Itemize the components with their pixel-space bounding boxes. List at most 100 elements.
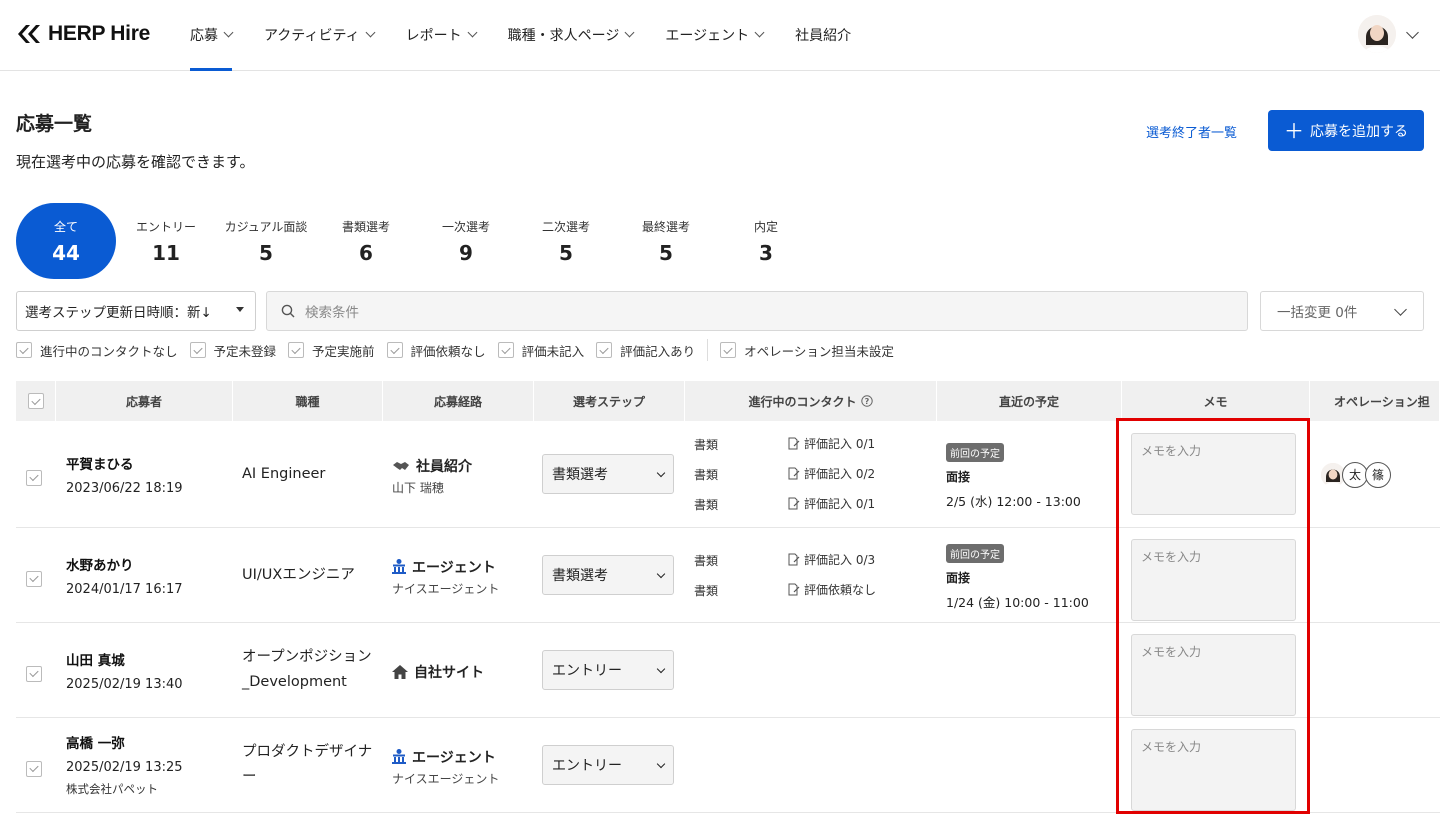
contact-eval[interactable]: 評価記入 0/2 (787, 465, 875, 482)
select-all-checkbox[interactable] (27, 393, 44, 409)
checkbox[interactable] (720, 342, 737, 358)
filter-check-2[interactable]: 予定実施前 (288, 341, 375, 360)
schedule-type: 面接 (946, 571, 971, 585)
nav-item-3[interactable]: 職種・求人ページ (508, 0, 635, 70)
route-cell: エージェント ナイスエージェント (392, 747, 499, 787)
checkbox[interactable] (596, 342, 613, 358)
column-header-7[interactable]: オペレーション担 (1310, 381, 1440, 421)
job-title-line: AI Engineer (242, 465, 326, 482)
memo-input[interactable]: メモを入力 (1131, 634, 1296, 716)
evaluation-icon (787, 553, 800, 566)
filter-check-label: 評価依頼なし (410, 343, 486, 359)
chevron-down-icon (656, 759, 666, 768)
search-placeholder: 検索条件 (305, 305, 359, 321)
column-header-1[interactable]: 職種 (233, 381, 383, 421)
search-input[interactable]: 検索条件 (266, 291, 1248, 331)
step-tab-2[interactable]: カジュアル面談 5 (216, 203, 316, 279)
applicant-cell[interactable]: 水野あかり 2024/01/17 16:17 (66, 554, 183, 597)
row-checkbox[interactable] (26, 469, 42, 486)
filter-check-3[interactable]: 評価依頼なし (386, 341, 486, 360)
row-checkbox[interactable] (26, 665, 42, 682)
applicant-name[interactable]: 平賀まひる (66, 453, 183, 473)
step-tab-count: 5 (259, 240, 273, 265)
nav-item-label: レポート (405, 28, 462, 44)
nav-item-5[interactable]: 社員紹介 (795, 0, 851, 70)
search-icon (281, 304, 295, 318)
column-header-4[interactable]: 進行中のコンタクト? (685, 381, 937, 421)
applied-date: 2023/06/22 18:19 (66, 480, 183, 496)
column-header-3[interactable]: 選考ステップ (534, 381, 685, 421)
step-select[interactable]: エントリー (542, 744, 674, 785)
filter-check-5[interactable]: 評価記入あり (596, 341, 695, 360)
nav-item-4[interactable]: エージェント (665, 0, 765, 70)
filter-check-0[interactable]: 進行中のコンタクトなし (16, 341, 178, 360)
step-tab-4[interactable]: 一次選考 9 (416, 203, 516, 279)
ended-applicants-link[interactable]: 選考終了者一覧 (1146, 122, 1237, 141)
step-tab-3[interactable]: 書類選考 6 (316, 203, 416, 279)
table-row[interactable]: 山田 真城 2025/02/19 13:40 オープンポジション _Developme… (16, 623, 1440, 718)
memo-input[interactable]: メモを入力 (1131, 433, 1296, 515)
applicant-cell[interactable]: 山田 真城 2025/02/19 13:40 (66, 649, 183, 692)
contact-eval[interactable]: 評価依頼なし (787, 581, 876, 598)
page-title: 応募一覧 (16, 113, 93, 135)
operation-assignees[interactable]: 太篠 (1321, 461, 1391, 488)
column-header-5[interactable]: 直近の予定 (937, 381, 1122, 421)
sort-select[interactable]: 選考ステップ更新日時順：新↓ (16, 291, 256, 331)
route-detail: ナイスエージェント (392, 581, 500, 596)
chevron-down-icon (467, 27, 478, 38)
step-select[interactable]: 書類選考 (542, 554, 674, 595)
step-tab-6[interactable]: 最終選考 5 (616, 203, 716, 279)
memo-input[interactable]: メモを入力 (1131, 729, 1296, 811)
contact-eval[interactable]: 評価記入 0/1 (787, 495, 875, 512)
chevron-down-icon (656, 569, 666, 578)
column-header-2[interactable]: 応募経路 (383, 381, 534, 421)
step-select[interactable]: 書類選考 (542, 453, 674, 494)
account-menu-chevron-icon[interactable] (1406, 26, 1419, 39)
checkbox[interactable] (16, 342, 32, 358)
top-header: HERP Hire 応募 アクティビティ レポート 職種・求人ページ エージェント 社員紹… (0, 0, 1440, 71)
table-row[interactable]: 水野あかり 2024/01/17 16:17 UI/UXエンジニア エージェント ナイス… (16, 528, 1440, 623)
route-name: 自社サイト (414, 664, 484, 681)
applicant-cell[interactable]: 高橋 一弥 2025/02/19 13:25 株式会社パペット (66, 732, 183, 797)
assignee-initial: 篠 (1365, 461, 1391, 488)
step-select[interactable]: エントリー (542, 649, 674, 690)
filter-check-ops-unassigned[interactable]: オペレーション担当未設定 (720, 341, 894, 360)
applicant-name[interactable]: 高橋 一弥 (66, 732, 183, 752)
filter-check-4[interactable]: 評価未記入 (497, 341, 584, 360)
step-tab-0[interactable]: 全て 44 (16, 203, 116, 279)
nav-item-1[interactable]: アクティビティ (264, 0, 376, 70)
logo[interactable]: HERP Hire (16, 22, 150, 46)
step-tab-7[interactable]: 内定 3 (716, 203, 816, 279)
chevron-down-icon (365, 27, 376, 38)
row-checkbox[interactable] (26, 570, 42, 587)
row-checkbox[interactable] (26, 760, 42, 777)
help-icon[interactable]: ? (860, 395, 873, 407)
nav-item-0[interactable]: 応募 (190, 0, 234, 71)
user-avatar[interactable] (1358, 15, 1396, 53)
checkbox[interactable] (189, 342, 206, 358)
applicant-cell[interactable]: 平賀まひる 2023/06/22 18:19 (66, 453, 183, 496)
applicant-name[interactable]: 山田 真城 (66, 649, 183, 669)
filter-check-1[interactable]: 予定未登録 (189, 341, 276, 360)
checkbox[interactable] (386, 342, 403, 358)
route-label: エージェント (392, 557, 499, 577)
applicant-name[interactable]: 水野あかり (66, 554, 183, 574)
step-tab-label: カジュアル面談 (224, 219, 308, 234)
nav-item-2[interactable]: レポート (405, 0, 478, 70)
add-application-button[interactable]: ＋ 応募を追加する (1268, 110, 1424, 151)
checkbox[interactable] (288, 342, 305, 358)
table-row[interactable]: 高橋 一弥 2025/02/19 13:25 株式会社パペット プロダクトデザイナーエ… (16, 718, 1440, 813)
column-header-6[interactable]: メモ (1122, 381, 1310, 421)
contact-eval[interactable]: 評価記入 0/3 (787, 551, 875, 568)
step-tab-1[interactable]: エントリー 11 (116, 203, 216, 279)
step-tab-label: 内定 (753, 219, 778, 234)
checkbox[interactable] (497, 342, 514, 358)
table-row[interactable]: 平賀まひる 2023/06/22 18:19 AI Engineer 社員紹介 山下 瑞… (16, 421, 1440, 528)
column-header-0[interactable]: 応募者 (56, 381, 233, 421)
memo-input[interactable]: メモを入力 (1131, 539, 1296, 621)
schedule-cell[interactable]: 前回の予定 面接 2/5 (水) 12:00 - 13:00 (946, 443, 1081, 510)
schedule-cell[interactable]: 前回の予定 面接 1/24 (金) 10:00 - 11:00 (946, 544, 1089, 611)
step-tab-5[interactable]: 二次選考 5 (516, 203, 616, 279)
contact-eval[interactable]: 評価記入 0/1 (787, 435, 875, 452)
bulk-change-select[interactable]: 一括変更 0件 (1260, 291, 1424, 331)
